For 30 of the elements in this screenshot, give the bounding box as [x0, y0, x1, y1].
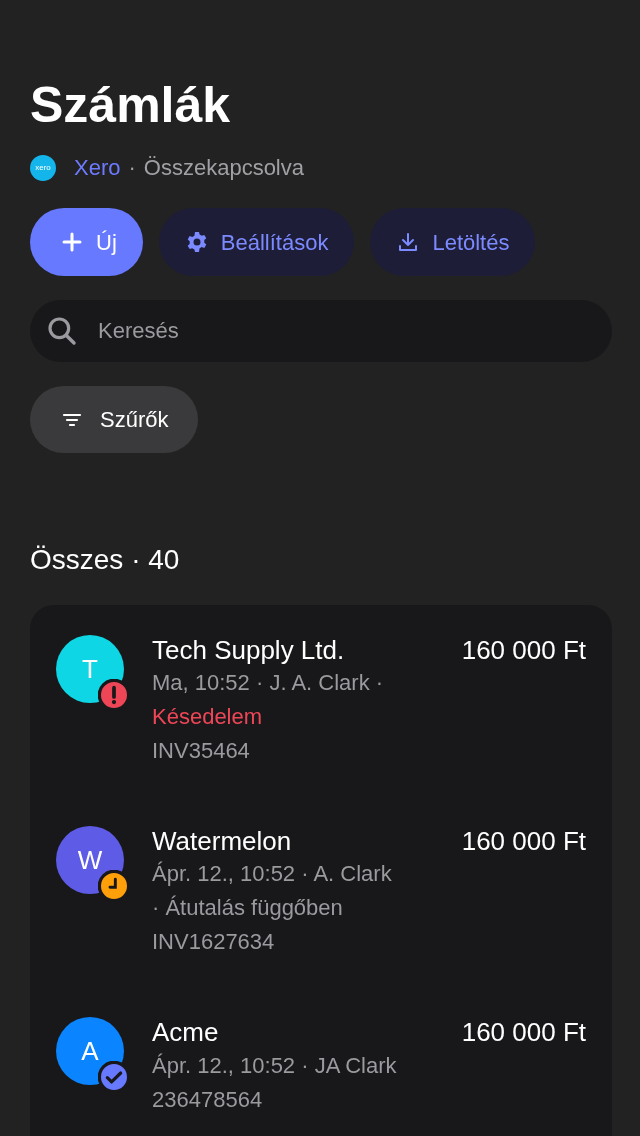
invoice-amount: 160 000 Ft: [461, 826, 586, 859]
invoice-name: Acme: [152, 1017, 220, 1049]
invoice-amount: 160 000 Ft: [461, 1017, 586, 1050]
action-button[interactable]: Új: [30, 208, 143, 276]
invoice-meta: Ma, 10:52 · J. A. Clark ·: [152, 670, 384, 696]
invoice-meta: Ápr. 12., 10:52 · A. Clark: [152, 861, 392, 887]
invoice-meta: Ápr. 12., 10:52 · JA Clark: [152, 1052, 397, 1078]
alert-icon: [98, 679, 130, 711]
action-button[interactable]: Beállítások: [158, 208, 355, 276]
invoice-number: 236478564: [152, 1086, 263, 1112]
connection-status: Összekapcsolva: [143, 154, 304, 182]
separator-dot: ·: [128, 154, 136, 182]
invoice-number: INV1627634: [152, 929, 275, 955]
invoice-number: INV35464: [152, 738, 250, 764]
search-field[interactable]: Keresés: [30, 300, 612, 362]
avatar-initial: A: [81, 1034, 99, 1068]
invoice-name: Tech Supply Ltd.: [152, 635, 346, 667]
avatar-initial: W: [77, 843, 103, 877]
invoice-status: Késedelem: [152, 704, 263, 730]
filter-button[interactable]: Szűrők: [30, 386, 199, 453]
invoice-status: · Átutalás függőben: [152, 895, 343, 921]
xero-logo: xero: [30, 154, 56, 181]
page-title: Számlák: [30, 78, 232, 133]
section-heading: Összes · 40: [30, 543, 181, 577]
avatar-initial: T: [82, 652, 98, 686]
plus-icon: [60, 230, 84, 254]
invoice-name: Watermelon: [152, 826, 293, 858]
integration-name[interactable]: Xero: [74, 151, 121, 184]
action-button[interactable]: Letöltés: [370, 208, 536, 276]
invoice-amount: 160 000 Ft: [461, 635, 586, 667]
